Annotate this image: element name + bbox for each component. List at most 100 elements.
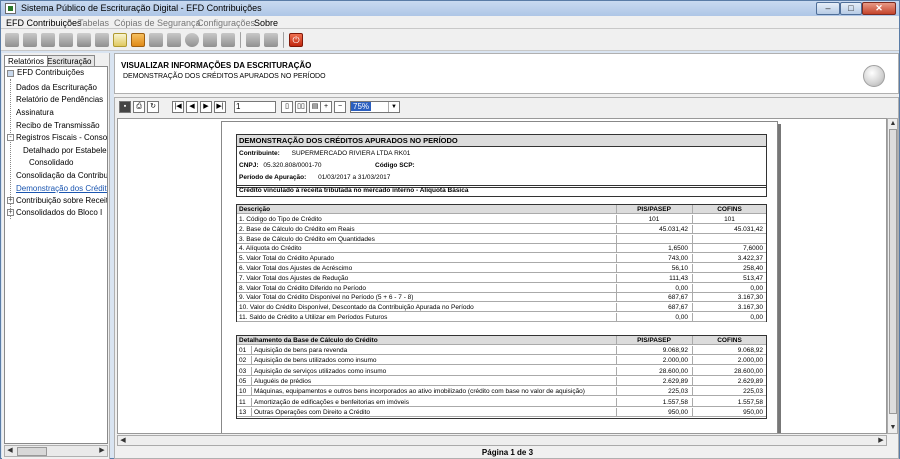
pis-pasep-value: 1.557,58 [616,397,691,407]
title-bar: Sistema Público de Escrituração Digital … [1,1,899,16]
save-icon[interactable] [246,33,260,47]
table-row: 5. Valor Total do Crédito Apurado 743,00 3… [237,254,766,264]
row-description: 8. Valor Total do Crédito Diferido no Pe… [239,284,366,292]
tree-horizontal-scrollbar[interactable]: ◀ ▶ [4,445,108,457]
tab-escrituracao[interactable]: Escrituração [43,55,96,66]
forward-icon[interactable] [23,33,37,47]
edit-report-icon[interactable] [113,33,127,47]
tree-item-relatorio-pendencias[interactable]: Relatório de Pendências [16,95,103,105]
mail-icon[interactable] [203,33,217,47]
first-page-icon[interactable]: |◀ [172,101,184,113]
tree-item-demonstracao-creditos[interactable]: Demonstração dos Créditos [16,184,107,194]
tree-item-detalhado-estabelecimento[interactable]: Detalhado por Estabelec [23,146,107,156]
left-panel: Relatórios Escrituração EFD Contribuiçõe… [2,53,110,459]
tree-item-registros-fiscais[interactable]: Registros Fiscais - Consolid [16,133,107,143]
menu-sobre[interactable]: Sobre [254,18,278,28]
zoom-out-icon[interactable]: − [334,101,346,113]
vertical-scrollbar[interactable]: ▲ ▼ [887,118,898,434]
row-code: 11 [239,398,246,406]
save-report-icon[interactable] [167,33,181,47]
scroll-up-icon[interactable]: ▲ [888,119,898,129]
row-description: 4. Alíquota do Crédito [239,245,302,253]
print-icon[interactable] [149,33,163,47]
save-as-icon[interactable] [264,33,278,47]
tree-item-consolidados-bloco-i[interactable]: Consolidados do Bloco I [16,208,102,218]
scroll-right-icon[interactable]: ▶ [97,446,107,456]
two-pages-icon[interactable]: ▯▯ [295,101,307,113]
periodo-line: Período de Apuração: 01/03/2017 a 31/03/… [239,174,390,181]
row-description: 6. Valor Total dos Ajustes de Acréscimo [239,265,353,272]
table-row: 1. Código do Tipo de Crédito 101 101 [237,215,766,224]
print-icon[interactable]: ⎙ [133,101,145,113]
tree-item-contribuicao-receita[interactable]: Contribuição sobre Receita B [16,196,107,206]
import-icon[interactable] [41,33,55,47]
expand-toggle-icon[interactable]: + [7,209,14,216]
save-icon[interactable]: ▪ [119,101,131,113]
tree-item-efd-contribuicoes[interactable]: EFD Contribuições [17,68,84,78]
close-button[interactable]: ✕ [862,2,896,15]
new-file-icon[interactable] [5,33,19,47]
cofins-value: 3.167,30 [692,293,766,303]
menu-copias-de-seguranca[interactable]: Cópias de Segurança [114,18,201,28]
menu-configuracoes[interactable]: Configurações [197,18,255,28]
contribuinte-value: SUPERMERCADO RIVIERA LTDA RK01 [291,150,411,157]
single-page-icon[interactable]: ▯ [281,101,293,113]
cofins-value: 45.031,42 [692,224,766,234]
table-row: 05 Aluguéis de prédios 2.629,89 2.629,89 [237,376,766,386]
row-code: 05 [239,377,247,385]
maximize-button[interactable]: □ [840,2,862,15]
power-exit-icon[interactable]: ⏻ [289,33,303,47]
row-description: Aquisição de serviços utilizados como in… [251,366,386,376]
table-row: 13 Outras Operações com Direito a Crédito… [237,407,766,417]
table-row: 10. Valor do Crédito Disponível, Descont… [237,303,766,313]
scroll-left-icon[interactable]: ◀ [118,436,128,446]
expand-toggle-icon[interactable]: + [7,197,14,204]
tree-item-assinatura[interactable]: Assinatura [16,108,54,118]
cofins-value: 0,00 [692,313,766,322]
shield-icon[interactable] [221,33,235,47]
scrollbar-thumb[interactable] [17,447,47,456]
cofins-value: 3.167,30 [692,303,766,313]
page-subtitle: DEMONSTRAÇÃO DOS CRÉDITOS APURADOS NO PE… [123,73,326,80]
delete-icon[interactable] [131,33,145,47]
zoom-select[interactable]: 75% ▼ [350,101,400,113]
cofins-value: 2.629,89 [692,376,766,386]
page-number-input[interactable]: 1 [234,101,276,113]
merge-icon[interactable] [59,33,73,47]
cofins-value: 258,40 [692,264,766,273]
horizontal-scrollbar[interactable]: ◀ ▶ [117,435,887,446]
next-page-icon[interactable]: ▶ [200,101,212,113]
window-title: Sistema Público de Escrituração Digital … [21,3,262,13]
scrollbar-thumb[interactable] [889,129,897,414]
table-header-row: Detalhamento da Base de Cálculo do Crédi… [237,336,766,345]
tab-relatorios[interactable]: Relatórios [4,55,49,66]
sign-icon[interactable] [95,33,109,47]
chevron-down-icon[interactable]: ▼ [388,102,399,112]
globe-icon[interactable] [185,33,199,47]
table-row: 7. Valor Total dos Ajustes de Redução 111… [237,273,766,283]
tree-item-dados-escrituracao[interactable]: Dados da Escrituração [16,83,97,93]
row-code: 10 [239,388,247,396]
collapse-toggle-icon[interactable]: - [7,134,14,141]
table-row: 01 Aquisição de bens para revenda 9.068,92… [237,346,766,355]
scroll-right-icon[interactable]: ▶ [876,436,886,446]
zoom-in-icon[interactable]: + [320,101,332,113]
tree-item-consolidado[interactable]: Consolidado [29,158,73,168]
refresh-icon[interactable]: ↻ [147,101,159,113]
pis-pasep-value: 101 [616,215,691,224]
pis-pasep-value: 225,03 [616,387,691,397]
table-row: 03 Aquisição de serviços utilizados como … [237,366,766,376]
pis-pasep-value: 687,67 [616,293,691,303]
tree-item-consolidacao-contribuicao[interactable]: Consolidação da Contribuiçã [16,171,107,181]
last-page-icon[interactable]: ▶| [214,101,226,113]
scroll-down-icon[interactable]: ▼ [888,423,898,433]
validate-check-icon[interactable] [77,33,91,47]
previous-page-icon[interactable]: ◀ [186,101,198,113]
main-toolbar: ⏻ [1,29,899,51]
menu-efd-contribuicoes[interactable]: EFD Contribuições [6,18,82,28]
menu-tabelas[interactable]: Tabelas [78,18,109,28]
tree-item-recibo-transmissao[interactable]: Recibo de Transmissão [16,121,100,131]
codigo-scp-label: Código SCP: [375,162,415,169]
minimize-button[interactable]: – [816,2,840,15]
scroll-left-icon[interactable]: ◀ [5,446,15,456]
